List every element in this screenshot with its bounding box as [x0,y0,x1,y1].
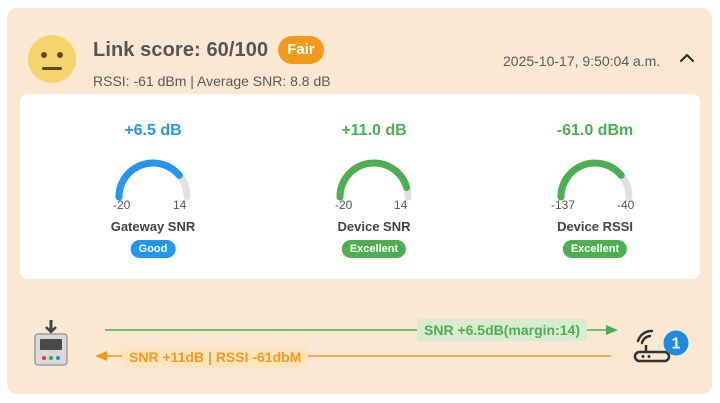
gauge-max: 14 [394,198,408,212]
gauge-arc [115,159,191,201]
gauge-label: Device SNR [337,219,411,234]
neutral-face-icon [28,35,76,83]
downlink-label: SNR +11dB | RSSI -61dbM [122,346,309,368]
gauge-quality-badge: Excellent [562,240,628,258]
timestamp: 2025-10-17, 9:50:04 a.m. [503,53,661,69]
uplink-label: SNR +6.5dB(margin:14) [417,319,587,341]
title-row: Link score: 60/100 Fair [93,36,324,64]
signal-summary: RSSI: -61 dBm | Average SNR: 8.8 dB [93,73,331,89]
score-badge: Fair [278,36,324,64]
link-score-title: Link score: 60/100 [93,38,269,61]
gauge-device-rssi: -61.0 dBm -137 -40 Device RSSI Excellent [515,94,675,279]
gauge-max: -40 [617,198,635,212]
end-device-icon [34,320,68,366]
chevron-up-icon[interactable] [678,49,696,67]
gauge-device-snr: +11.0 dB -20 14 Device SNR Excellent [294,94,454,279]
gauge-value: +11.0 dB [341,122,407,139]
gauge-label: Gateway SNR [110,219,196,234]
gateway-router-icon: 1 [633,329,689,363]
gauge-value: -61.0 dBm [556,122,634,139]
gateway-count: 1 [672,336,681,353]
gauge-min: -137 [551,198,576,212]
gauge-quality-badge: Excellent [341,240,407,258]
gauge-quality-badge: Good [130,240,176,258]
gauge-min: -20 [113,198,131,212]
link-score-card: Link score: 60/100 Fair RSSI: -61 dBm | … [7,8,712,394]
gauge-arc [336,159,412,201]
gauge-min: -20 [335,198,353,212]
gauge-max: 14 [173,198,187,212]
gauge-value: +6.5 dB [124,122,182,139]
gauge-gateway-snr: +6.5 dB -20 14 Gateway SNR Good [73,94,233,279]
gauges-panel: +6.5 dB -20 14 Gateway SNR Good +11.0 dB… [20,94,700,279]
gauge-label: Device RSSI [557,219,633,234]
gauge-arc [557,159,633,201]
